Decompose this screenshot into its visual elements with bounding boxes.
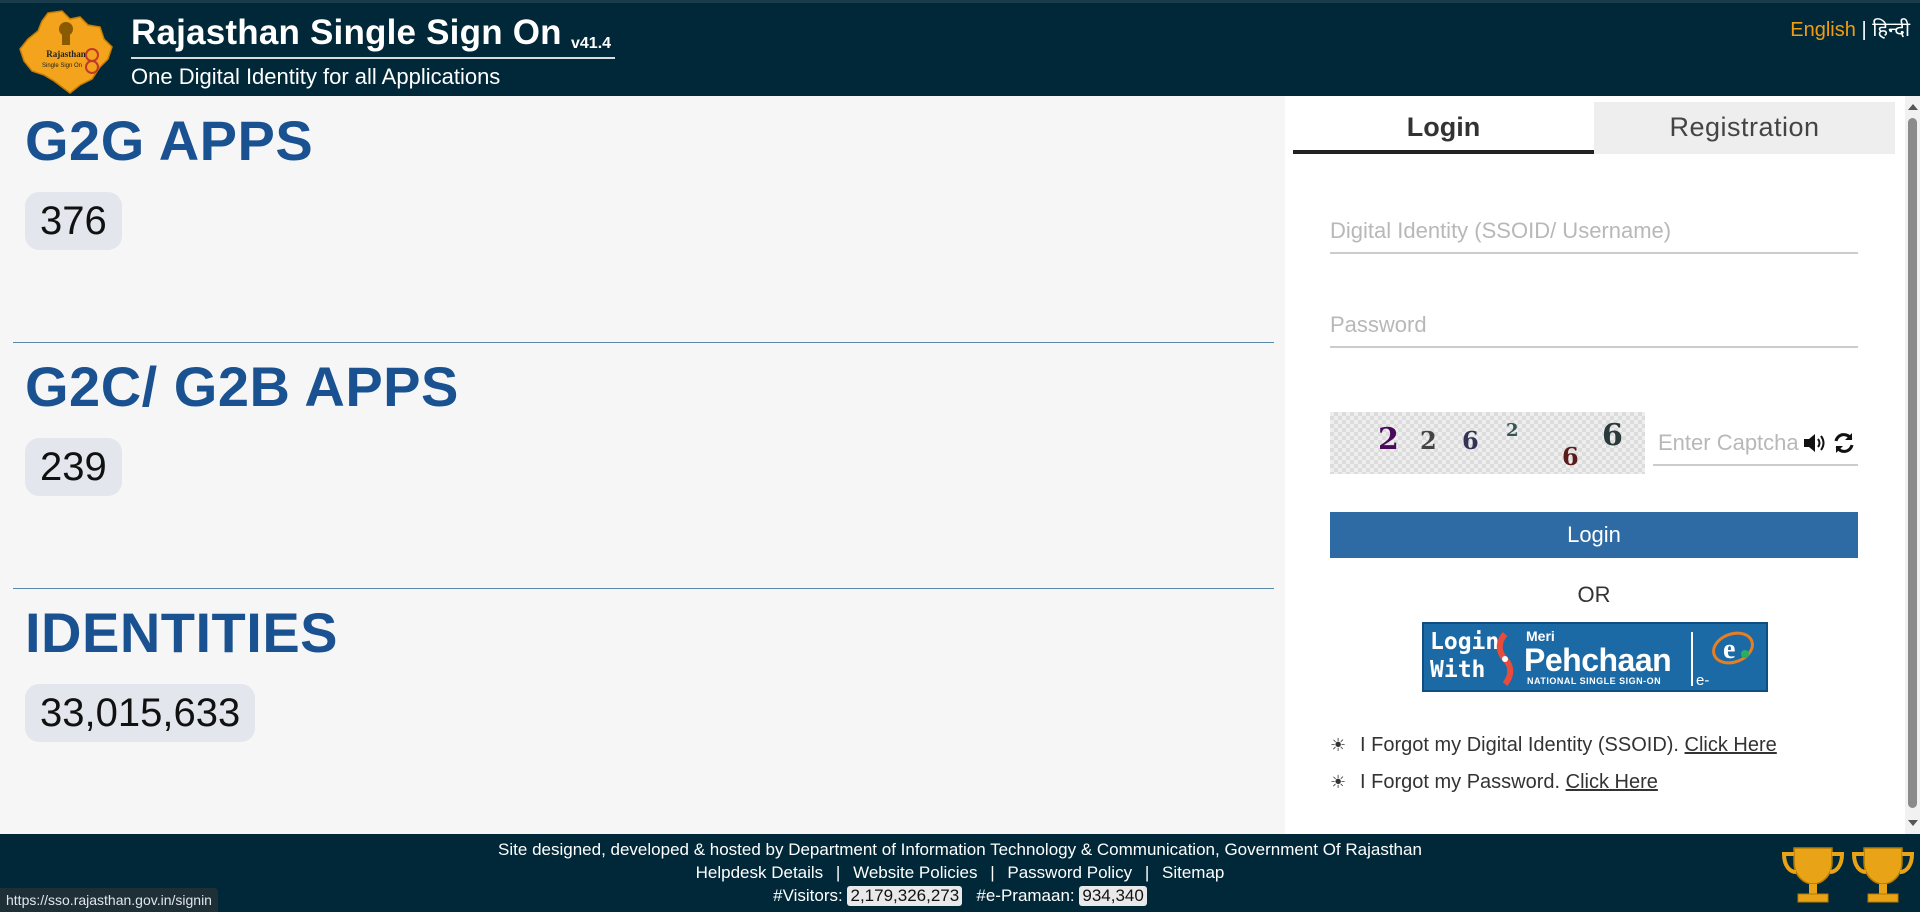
ssoid-input[interactable] — [1330, 214, 1858, 252]
svg-text:e: e — [1723, 634, 1735, 665]
trophy-icon — [1851, 847, 1915, 903]
helpdesk-details-link[interactable]: Helpdesk Details — [696, 863, 824, 882]
tab-registration[interactable]: Registration — [1594, 102, 1895, 154]
sitemap-link[interactable]: Sitemap — [1162, 863, 1224, 882]
epramaan-logo-icon: e — [1712, 631, 1754, 665]
stat-count-badge: 376 — [25, 192, 122, 250]
footer-link-separator: | — [835, 863, 841, 882]
visitors-count: 2,179,326,273 — [847, 886, 963, 906]
auth-tabs: Login Registration — [1293, 102, 1895, 154]
footer-counters: #Visitors: 2,179,326,273 #e-Pramaan: 934… — [0, 886, 1920, 906]
login-with-meri-pehchaan-button[interactable]: Login With Meri Pehchaan NATIONAL SINGLE… — [1422, 622, 1768, 706]
captcha-field-wrapper — [1653, 428, 1858, 466]
site-title: Rajasthan Single Sign On — [131, 13, 562, 52]
footer-credit: Site designed, developed & hosted by Dep… — [498, 840, 1422, 859]
captcha-char: 2 — [1506, 420, 1519, 441]
password-input[interactable] — [1330, 308, 1858, 346]
captcha-char: 2 — [1420, 426, 1437, 455]
forgot-ssoid-row: ☀ I Forgot my Digital Identity (SSOID). C… — [1330, 734, 1777, 757]
login-button[interactable]: Login — [1330, 512, 1858, 558]
scroll-thumb[interactable] — [1908, 118, 1917, 808]
section-divider — [13, 588, 1274, 589]
captcha-input[interactable] — [1653, 428, 1801, 464]
captcha-image: 2 2 6 2 6 6 — [1330, 412, 1645, 474]
section-divider — [13, 342, 1274, 343]
pehchaan-subtitle: NATIONAL SINGLE SIGN-ON — [1527, 676, 1662, 686]
stats-section: G2G APPS 376 G2C/ G2B APPS 239 IDENTITIE… — [0, 96, 1285, 834]
forgot-password-label: I Forgot my Password. — [1360, 771, 1561, 793]
password-policy-link[interactable]: Password Policy — [1007, 863, 1132, 882]
trophy-icon — [1781, 847, 1845, 903]
header: Rajasthan Single Sign On Rajasthan Singl… — [0, 0, 1920, 96]
captcha-char: 6 — [1602, 418, 1623, 453]
footer: Site designed, developed & hosted by Dep… — [0, 834, 1920, 912]
scroll-up-arrow-icon[interactable] — [1908, 104, 1918, 110]
epramaan-label: #e-Pramaan: — [976, 886, 1075, 905]
sun-bullet-icon: ☀ — [1330, 735, 1347, 755]
tab-login[interactable]: Login — [1293, 102, 1594, 154]
captcha-char: 6 — [1562, 442, 1579, 471]
pehchaan-login-with-text: Login With — [1430, 628, 1499, 684]
sun-bullet-icon: ☀ — [1330, 772, 1347, 792]
rajasthan-sso-logo[interactable]: Rajasthan Single Sign On — [18, 9, 114, 95]
password-field-wrapper — [1330, 308, 1858, 348]
ssoid-field-wrapper — [1330, 214, 1858, 254]
footer-link-separator: | — [990, 863, 995, 882]
title-underline — [131, 57, 615, 59]
stat-count-badge: 239 — [25, 438, 122, 496]
visitors-label: #Visitors: — [773, 886, 843, 905]
stat-title: G2G APPS — [25, 109, 314, 172]
pehchaan-mark-icon — [1496, 632, 1514, 686]
epramaan-text: e-Pramaan — [1696, 672, 1757, 706]
stat-count-badge: 33,015,633 — [25, 684, 256, 742]
forgot-ssoid-link[interactable]: Click Here — [1685, 734, 1777, 756]
language-separator: | — [1861, 19, 1867, 41]
language-switcher: English | हिन्दी — [1790, 15, 1910, 42]
stat-title: G2C/ G2B APPS — [25, 355, 459, 418]
forgot-password-row: ☀ I Forgot my Password. Click Here — [1330, 771, 1658, 794]
logo-text-sso: Single Sign On — [42, 63, 82, 69]
footer-links: Helpdesk Details | Website Policies | Pa… — [0, 863, 1920, 883]
page-scrollbar[interactable] — [1905, 96, 1920, 834]
website-policies-link[interactable]: Website Policies — [853, 863, 977, 882]
epramaan-count: 934,340 — [1079, 886, 1147, 906]
audio-captcha-icon[interactable] — [1801, 430, 1827, 456]
site-tagline: One Digital Identity for all Application… — [131, 64, 501, 89]
login-panel: Login Registration 2 2 6 2 6 6 Login OR — [1285, 96, 1905, 834]
pehchaan-name-text: Pehchaan — [1524, 642, 1672, 678]
footer-link-separator: | — [1144, 863, 1150, 882]
refresh-captcha-icon[interactable] — [1831, 430, 1857, 456]
logo-text-rajasthan: Rajasthan — [46, 49, 86, 59]
forgot-password-link[interactable]: Click Here — [1566, 771, 1658, 793]
or-separator: OR — [1577, 582, 1611, 607]
language-english-link[interactable]: English — [1790, 19, 1856, 41]
captcha-char: 2 — [1378, 422, 1399, 457]
scroll-down-arrow-icon[interactable] — [1908, 820, 1918, 826]
site-version: v41.4 — [571, 35, 612, 52]
pehchaan-login-label: Login — [1430, 629, 1500, 655]
pehchaan-divider — [1691, 632, 1693, 686]
language-hindi-link[interactable]: हिन्दी — [1872, 19, 1910, 41]
forgot-ssoid-label: I Forgot my Digital Identity (SSOID). — [1360, 734, 1679, 756]
browser-status-url: https://sso.rajasthan.gov.in/signin — [0, 888, 218, 912]
stat-title: IDENTITIES — [25, 601, 339, 664]
captcha-char: 6 — [1462, 426, 1479, 455]
pehchaan-with-label: With — [1430, 657, 1486, 683]
